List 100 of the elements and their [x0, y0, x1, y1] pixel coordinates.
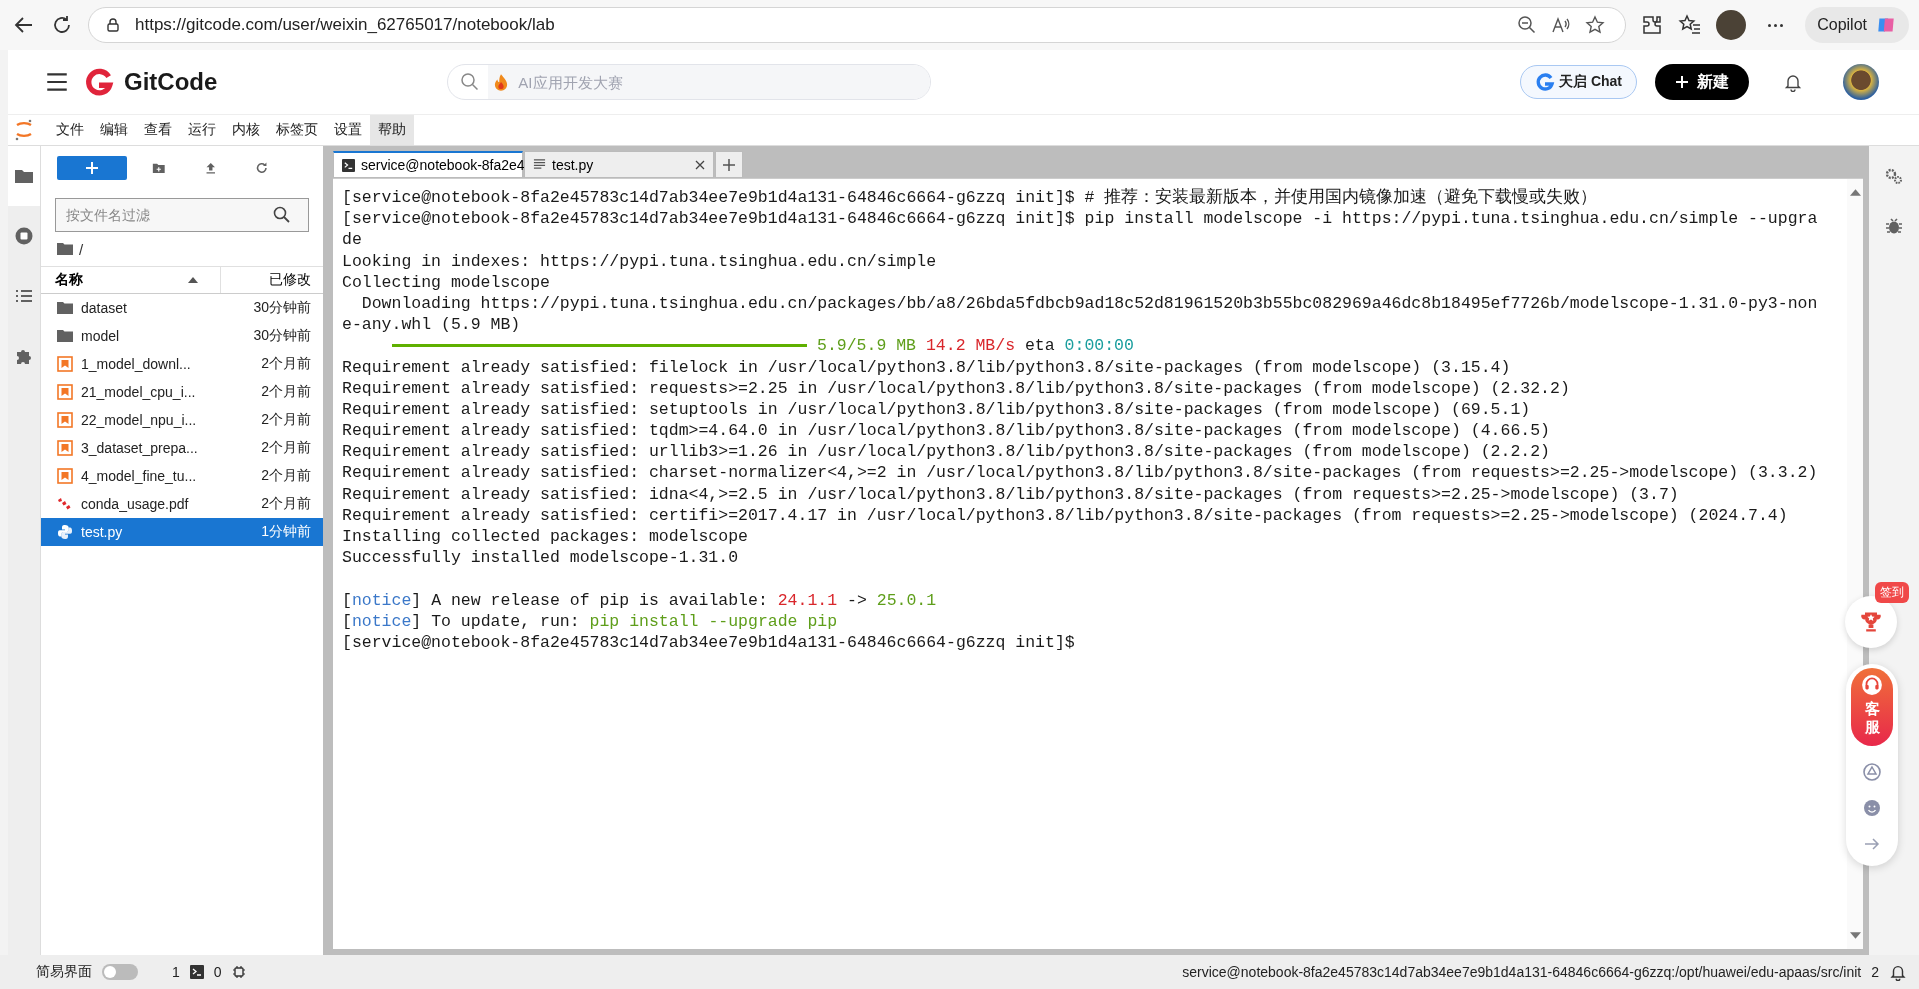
python-icon — [57, 524, 73, 540]
add-tab-button[interactable] — [715, 151, 743, 178]
folder-icon — [57, 241, 73, 257]
menu-item[interactable]: 帮助 — [370, 115, 414, 145]
plus-icon — [1675, 75, 1689, 89]
chip-icon[interactable] — [231, 965, 246, 979]
filter-box[interactable]: 按文件名过滤 — [55, 198, 309, 232]
service-label: 客服 — [1864, 700, 1880, 736]
logo-icon[interactable] — [84, 67, 114, 97]
terminal-line: Requirement already satisfied: idna<4,>=2.5 in /usr/local/python3.8/lib/python3.8/site-packages (from requests>=2.25->modelscope) (3.7) — [342, 483, 1679, 505]
smiley-icon[interactable] — [1862, 798, 1882, 818]
modified-column-header[interactable]: 已修改 — [221, 267, 323, 293]
jupyter-logo-icon — [14, 119, 34, 141]
bell-icon[interactable] — [1889, 963, 1907, 981]
modified-time: 2个月前 — [261, 355, 311, 373]
chat-button[interactable]: 天启 Chat — [1520, 65, 1637, 99]
file-item[interactable]: conda_usage.pdf 2个月前 — [41, 490, 323, 518]
checkin-badge[interactable]: 签到 — [1875, 582, 1909, 603]
breadcrumb-path[interactable]: / — [79, 240, 84, 258]
profile-avatar[interactable] — [1716, 10, 1747, 40]
menu-item[interactable]: 文件 — [48, 115, 92, 145]
customer-service-button[interactable]: 客服 — [1851, 668, 1893, 746]
modified-time: 2个月前 — [261, 495, 311, 513]
notebook-icon — [57, 440, 73, 456]
notebook-icon — [57, 412, 73, 428]
terminal-line: e-any.whl (5.9 MB) — [342, 314, 521, 336]
headset-icon — [1861, 674, 1883, 696]
file-item[interactable]: dataset 30分钟前 — [41, 294, 323, 322]
triangle-circle-icon[interactable] — [1862, 762, 1882, 782]
close-icon[interactable] — [695, 159, 705, 170]
sort-caret-icon[interactable] — [188, 277, 198, 283]
scroll-down-icon[interactable] — [1849, 932, 1861, 939]
tab[interactable]: test.py — [524, 151, 714, 178]
bug-icon[interactable] — [1884, 216, 1904, 236]
file-item[interactable]: test.py 1分钟前 — [41, 518, 323, 546]
terminal-line: Downloading https://pypi.tuna.tsinghua.edu.cn/packages/bb/a8/26bda5fdbcb9ad18c52d81961520b3b55bc082969a46dc8b18495ef7726b/modelscope-1.31.0-py3-non — [360, 292, 1818, 315]
menu-item[interactable]: 查看 — [136, 115, 180, 145]
terminal-line: Successfully installed modelscope-1.31.0 — [342, 547, 739, 569]
filter-field[interactable]: 按文件名过滤 — [64, 206, 272, 224]
kernel-count[interactable]: 0 — [213, 964, 222, 980]
modified-time: 2个月前 — [261, 411, 311, 429]
file-item[interactable]: model 30分钟前 — [41, 322, 323, 350]
terminal-line: Collecting modelscope — [342, 271, 550, 293]
stop-circle-icon[interactable] — [14, 226, 34, 246]
notification-count[interactable]: 2 — [1871, 964, 1879, 980]
terminal-line: Requirement already satisfied: setuptools in /usr/local/python3.8/lib/python3.8/site-packages (from modelscope) (69.5.1) — [342, 398, 1531, 421]
text-file-icon — [533, 158, 546, 171]
terminal-icon[interactable] — [189, 965, 204, 979]
search-field[interactable]: AI应用开发大赛 — [516, 72, 931, 92]
modified-time: 2个月前 — [261, 467, 311, 485]
menu-item[interactable]: 运行 — [180, 115, 224, 145]
zoom-out-icon[interactable] — [1517, 15, 1538, 35]
file-item[interactable]: 22_model_npu_i... 2个月前 — [41, 406, 323, 434]
folder-icon — [57, 300, 73, 316]
notebook-icon — [57, 468, 73, 484]
read-aloud-icon[interactable] — [1551, 15, 1572, 35]
file-browser-tab[interactable] — [8, 146, 40, 206]
bell-icon[interactable] — [1783, 72, 1803, 92]
simple-mode-toggle[interactable] — [102, 964, 138, 980]
file-item[interactable]: 1_model_downl... 2个月前 — [41, 350, 323, 378]
star-icon[interactable] — [1585, 15, 1606, 35]
logo-icon — [1535, 72, 1555, 92]
terminal-icon — [342, 158, 355, 172]
notebook-icon — [57, 356, 73, 372]
terminal-line: [notice] A new release of pip is available: 24.1.1 -> 25.0.1 — [342, 589, 937, 611]
terminal-line: Looking in indexes: https://pypi.tuna.tsinghua.edu.cn/simple — [342, 250, 937, 272]
notebook-icon — [57, 384, 73, 400]
file-item[interactable]: 3_dataset_prepa... 2个月前 — [41, 434, 323, 462]
terminal-line: de — [342, 229, 362, 251]
file-item[interactable]: 4_model_fine_tu... 2个月前 — [41, 462, 323, 490]
menu-item[interactable]: 设置 — [326, 115, 370, 145]
address-bar[interactable]: https://gitcode.com/user/weixin_62765017/notebook/lab — [88, 7, 1627, 43]
user-avatar[interactable] — [1843, 64, 1879, 100]
terminal-line: Requirement already satisfied: filelock in /usr/local/python3.8/lib/python3.8/site-packages (from modelscope) (3.15.4) — [342, 356, 1511, 378]
flame-icon — [494, 73, 509, 91]
trophy-icon — [1859, 610, 1883, 634]
refresh-icon[interactable] — [255, 160, 269, 176]
search-icon[interactable] — [272, 205, 292, 225]
modified-time: 2个月前 — [261, 383, 311, 401]
plus-icon — [722, 157, 736, 172]
menu-item[interactable]: 标签页 — [268, 115, 326, 145]
terminal-count[interactable]: 1 — [172, 964, 180, 980]
file-item[interactable]: 21_model_cpu_i... 2个月前 — [41, 378, 323, 406]
terminal-line: Requirement already satisfied: certifi>=2017.4.17 in /usr/local/python3.8/lib/python3.8/site-packages (from requests>=2.25->modelscope) (2024.7.4) — [342, 504, 1788, 526]
name-column-header[interactable]: 名称 — [41, 267, 221, 293]
tab[interactable]: service@notebook-8fa2e4 — [333, 151, 523, 178]
scroll-up-icon[interactable] — [1849, 189, 1861, 196]
new-launcher-button[interactable] — [57, 156, 128, 180]
copilot-button[interactable]: Copilot — [1805, 7, 1909, 43]
simple-mode-label: 简易界面 — [36, 963, 92, 981]
url-text: https://gitcode.com/user/weixin_62765017/notebook/lab — [135, 15, 555, 35]
favorites-icon[interactable] — [1678, 13, 1703, 37]
modified-time: 30分钟前 — [253, 327, 311, 345]
new-button[interactable]: 新建 — [1655, 64, 1749, 100]
modified-time: 30分钟前 — [253, 299, 311, 317]
terminal-line: Requirement already satisfied: urllib3>=1.26 in /usr/local/python3.8/lib/python3.8/site-packages (from modelscope) (2.2.2) — [342, 441, 1550, 463]
menu-item[interactable]: 内核 — [224, 115, 268, 145]
menu-item[interactable]: 编辑 — [92, 115, 136, 145]
brand-name[interactable]: GitCode — [124, 68, 218, 96]
folder-icon — [57, 328, 73, 344]
